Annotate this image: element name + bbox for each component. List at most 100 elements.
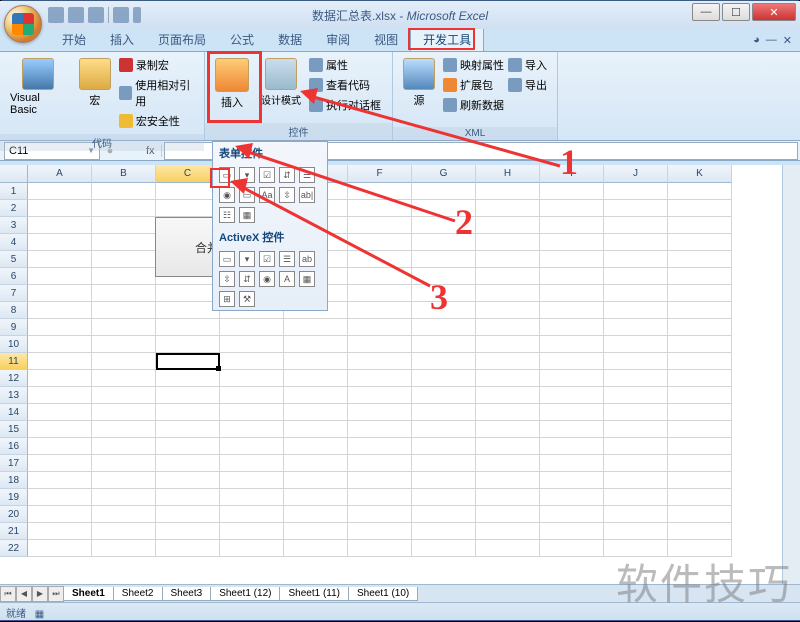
cell[interactable] xyxy=(604,183,668,200)
qat-print-icon[interactable] xyxy=(113,7,129,23)
cell[interactable] xyxy=(540,183,604,200)
cell[interactable] xyxy=(284,353,348,370)
cell[interactable] xyxy=(540,336,604,353)
cell[interactable] xyxy=(604,302,668,319)
col-header[interactable]: J xyxy=(604,165,668,183)
cell[interactable] xyxy=(540,370,604,387)
cell[interactable] xyxy=(348,404,412,421)
tab-home[interactable]: 开始 xyxy=(50,28,98,51)
cell[interactable] xyxy=(28,404,92,421)
cell[interactable] xyxy=(92,217,156,234)
cell[interactable] xyxy=(668,251,732,268)
macro-security-button[interactable]: 宏安全性 xyxy=(119,112,198,130)
row-header[interactable]: 3 xyxy=(0,217,28,234)
form-label-control[interactable]: Aa xyxy=(259,187,275,203)
cell[interactable] xyxy=(668,370,732,387)
export-button[interactable]: 导出 xyxy=(508,76,547,94)
cell[interactable] xyxy=(348,251,412,268)
sheet-tab[interactable]: Sheet1 xyxy=(63,587,114,601)
cell[interactable] xyxy=(348,438,412,455)
cell[interactable] xyxy=(284,489,348,506)
ax-scrollbar-control[interactable]: ⇳ xyxy=(219,271,235,287)
row-header[interactable]: 19 xyxy=(0,489,28,506)
design-mode-button[interactable]: 设计模式 xyxy=(257,56,305,109)
form-combo2-control[interactable]: ☷ xyxy=(219,207,235,223)
cell[interactable] xyxy=(156,183,220,200)
cell[interactable] xyxy=(348,353,412,370)
cell[interactable] xyxy=(668,319,732,336)
relative-ref-button[interactable]: 使用相对引用 xyxy=(119,76,198,110)
cell[interactable] xyxy=(668,489,732,506)
cell[interactable] xyxy=(668,353,732,370)
form-image-control[interactable]: ▦ xyxy=(239,207,255,223)
form-spinner-control[interactable]: ⇵ xyxy=(279,167,295,183)
cell[interactable] xyxy=(540,302,604,319)
record-macro-button[interactable]: 录制宏 xyxy=(119,56,198,74)
cell[interactable] xyxy=(220,540,284,557)
cell[interactable] xyxy=(540,268,604,285)
cell[interactable] xyxy=(476,523,540,540)
cell[interactable] xyxy=(284,472,348,489)
cell[interactable] xyxy=(348,217,412,234)
cell[interactable] xyxy=(348,489,412,506)
cell[interactable] xyxy=(220,336,284,353)
cell[interactable] xyxy=(28,353,92,370)
cell[interactable] xyxy=(92,353,156,370)
row-header[interactable]: 16 xyxy=(0,438,28,455)
cell[interactable] xyxy=(28,455,92,472)
cell[interactable] xyxy=(540,489,604,506)
ax-combo-control[interactable]: ▾ xyxy=(239,251,255,267)
cell[interactable] xyxy=(28,268,92,285)
cell[interactable] xyxy=(476,421,540,438)
cell[interactable] xyxy=(348,302,412,319)
cell[interactable] xyxy=(604,387,668,404)
cell[interactable] xyxy=(28,489,92,506)
cell[interactable] xyxy=(604,421,668,438)
cell[interactable] xyxy=(220,506,284,523)
ax-toggle-control[interactable]: ⊞ xyxy=(219,291,235,307)
row-header[interactable]: 21 xyxy=(0,523,28,540)
cell[interactable] xyxy=(412,336,476,353)
cell[interactable] xyxy=(540,234,604,251)
row-header[interactable]: 18 xyxy=(0,472,28,489)
qat-redo-icon[interactable] xyxy=(88,7,104,23)
cell[interactable] xyxy=(92,183,156,200)
cell[interactable] xyxy=(156,285,220,302)
refresh-button[interactable]: 刷新数据 xyxy=(443,96,504,114)
cell[interactable] xyxy=(604,472,668,489)
cell[interactable] xyxy=(220,353,284,370)
row-header[interactable]: 4 xyxy=(0,234,28,251)
row-header[interactable]: 15 xyxy=(0,421,28,438)
cell[interactable] xyxy=(668,523,732,540)
qat-dropdown-icon[interactable] xyxy=(133,7,141,23)
cell[interactable] xyxy=(604,353,668,370)
cell[interactable] xyxy=(412,353,476,370)
cell[interactable] xyxy=(284,438,348,455)
tab-view[interactable]: 视图 xyxy=(362,28,410,51)
cell[interactable] xyxy=(156,302,220,319)
cell[interactable] xyxy=(284,540,348,557)
form-scrollbar-control[interactable]: ⇳ xyxy=(279,187,295,203)
cell[interactable] xyxy=(348,387,412,404)
cell[interactable] xyxy=(604,251,668,268)
properties-button[interactable]: 属性 xyxy=(309,56,381,74)
sheet-nav-prev[interactable]: ◀ xyxy=(16,586,32,602)
cell[interactable] xyxy=(92,285,156,302)
vertical-scrollbar[interactable] xyxy=(782,165,800,584)
tab-insert[interactable]: 插入 xyxy=(98,28,146,51)
cell[interactable] xyxy=(668,404,732,421)
row-header[interactable]: 22 xyxy=(0,540,28,557)
cell[interactable] xyxy=(412,523,476,540)
cell[interactable] xyxy=(540,540,604,557)
cell[interactable] xyxy=(412,472,476,489)
cell[interactable] xyxy=(604,319,668,336)
cell[interactable] xyxy=(476,319,540,336)
cell[interactable] xyxy=(476,200,540,217)
cell[interactable] xyxy=(28,285,92,302)
cell[interactable] xyxy=(92,268,156,285)
cell[interactable] xyxy=(220,319,284,336)
qat-undo-icon[interactable] xyxy=(68,7,84,23)
cell[interactable] xyxy=(348,319,412,336)
cell[interactable] xyxy=(476,489,540,506)
cell[interactable] xyxy=(92,506,156,523)
